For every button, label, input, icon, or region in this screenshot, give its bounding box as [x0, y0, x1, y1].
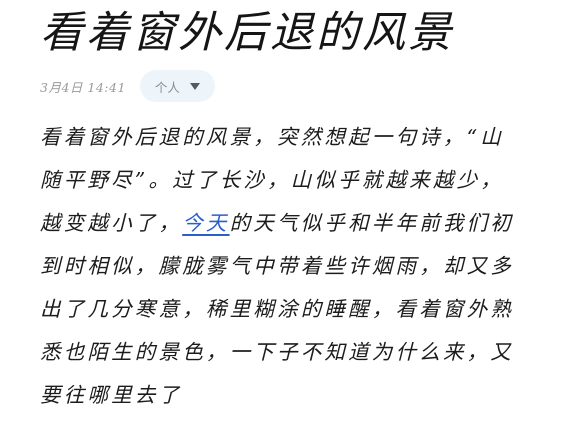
body-line: 随平野尽”。过了长沙，山似乎就越来越少， — [40, 168, 504, 192]
note-article: 看着窗外后退的风景 3月4日 14:41 个人 看着窗外后退的风景，突然想起一句… — [0, 0, 581, 431]
body-line: 要往哪里去了 — [40, 383, 183, 407]
body-line: 看着窗外后退的风景，突然想起一句诗，“山 — [40, 125, 504, 149]
note-title[interactable]: 看着窗外后退的风景 — [40, 4, 454, 62]
category-tag-dropdown[interactable]: 个人 — [139, 70, 215, 102]
body-line: 到时相似，朦胧雾气中带着些许烟雨，却又多 — [40, 254, 514, 278]
body-line: 越变越小了，今天的天气似乎和半年前我们初 — [40, 202, 542, 245]
body-text: 越变越小了， — [40, 211, 183, 235]
body-line: 悉也陌生的景色，一下子不知道为什么来，又 — [40, 340, 514, 364]
body-line: 出了几分寒意，稀里糊涂的睡醒，看着窗外熟 — [40, 297, 514, 321]
note-date: 3月4日 14:41 — [40, 79, 126, 95]
caret-down-icon — [189, 82, 200, 90]
category-tag-label: 个人 — [154, 79, 180, 95]
note-meta: 3月4日 14:41 个人 — [40, 70, 215, 102]
note-body[interactable]: 看着窗外后退的风景，突然想起一句诗，“山 随平野尽”。过了长沙，山似乎就越来越少… — [40, 116, 542, 417]
body-text: 的天气似乎和半年前我们初 — [229, 211, 515, 235]
today-link[interactable]: 今天 — [182, 211, 229, 235]
